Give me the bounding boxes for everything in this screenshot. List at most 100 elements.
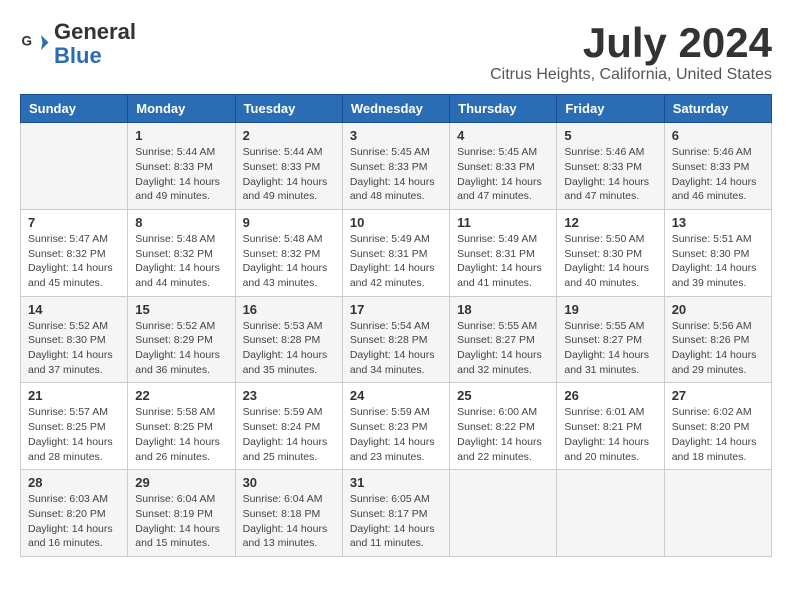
- day-number: 30: [243, 475, 335, 490]
- calendar-cell: 24 Sunrise: 5:59 AM Sunset: 8:23 PM Dayli…: [342, 383, 449, 470]
- calendar-cell: 16 Sunrise: 5:53 AM Sunset: 8:28 PM Dayli…: [235, 296, 342, 383]
- day-number: 21: [28, 388, 120, 403]
- day-number: 17: [350, 302, 442, 317]
- day-info: Sunrise: 5:54 AM Sunset: 8:28 PM Dayligh…: [350, 319, 442, 378]
- day-info: Sunrise: 5:47 AM Sunset: 8:32 PM Dayligh…: [28, 232, 120, 291]
- calendar-header-row: SundayMondayTuesdayWednesdayThursdayFrid…: [21, 95, 772, 123]
- day-number: 19: [564, 302, 656, 317]
- calendar-cell: 2 Sunrise: 5:44 AM Sunset: 8:33 PM Daylig…: [235, 123, 342, 210]
- day-info: Sunrise: 5:59 AM Sunset: 8:23 PM Dayligh…: [350, 405, 442, 464]
- day-info: Sunrise: 5:52 AM Sunset: 8:29 PM Dayligh…: [135, 319, 227, 378]
- day-number: 24: [350, 388, 442, 403]
- calendar-cell: 30 Sunrise: 6:04 AM Sunset: 8:18 PM Dayli…: [235, 470, 342, 557]
- title-block: July 2024 Citrus Heights, California, Un…: [490, 20, 772, 84]
- calendar-cell: [450, 470, 557, 557]
- day-number: 27: [672, 388, 764, 403]
- location: Citrus Heights, California, United State…: [490, 66, 772, 84]
- day-info: Sunrise: 6:00 AM Sunset: 8:22 PM Dayligh…: [457, 405, 549, 464]
- calendar-cell: [557, 470, 664, 557]
- calendar-cell: 10 Sunrise: 5:49 AM Sunset: 8:31 PM Dayli…: [342, 209, 449, 296]
- header-day-thursday: Thursday: [450, 95, 557, 123]
- day-number: 4: [457, 128, 549, 143]
- calendar-week-row: 28 Sunrise: 6:03 AM Sunset: 8:20 PM Dayli…: [21, 470, 772, 557]
- header-day-friday: Friday: [557, 95, 664, 123]
- day-info: Sunrise: 5:44 AM Sunset: 8:33 PM Dayligh…: [135, 145, 227, 204]
- day-info: Sunrise: 5:46 AM Sunset: 8:33 PM Dayligh…: [672, 145, 764, 204]
- day-info: Sunrise: 5:57 AM Sunset: 8:25 PM Dayligh…: [28, 405, 120, 464]
- day-number: 15: [135, 302, 227, 317]
- calendar-cell: 20 Sunrise: 5:56 AM Sunset: 8:26 PM Dayli…: [664, 296, 771, 383]
- calendar-cell: 29 Sunrise: 6:04 AM Sunset: 8:19 PM Dayli…: [128, 470, 235, 557]
- day-number: 1: [135, 128, 227, 143]
- day-info: Sunrise: 6:04 AM Sunset: 8:19 PM Dayligh…: [135, 492, 227, 551]
- day-number: 11: [457, 215, 549, 230]
- day-info: Sunrise: 5:49 AM Sunset: 8:31 PM Dayligh…: [350, 232, 442, 291]
- day-info: Sunrise: 5:51 AM Sunset: 8:30 PM Dayligh…: [672, 232, 764, 291]
- day-info: Sunrise: 5:45 AM Sunset: 8:33 PM Dayligh…: [350, 145, 442, 204]
- day-number: 3: [350, 128, 442, 143]
- calendar-cell: 5Sunrise: 5:46 AM Sunset: 8:33 PM Daylig…: [557, 123, 664, 210]
- calendar-week-row: 1 Sunrise: 5:44 AM Sunset: 8:33 PM Daylig…: [21, 123, 772, 210]
- day-number: 20: [672, 302, 764, 317]
- calendar-cell: 15 Sunrise: 5:52 AM Sunset: 8:29 PM Dayli…: [128, 296, 235, 383]
- day-info: Sunrise: 5:48 AM Sunset: 8:32 PM Dayligh…: [135, 232, 227, 291]
- calendar-table: SundayMondayTuesdayWednesdayThursdayFrid…: [20, 94, 772, 557]
- month-title: July 2024: [490, 20, 772, 66]
- day-number: 28: [28, 475, 120, 490]
- day-info: Sunrise: 6:02 AM Sunset: 8:20 PM Dayligh…: [672, 405, 764, 464]
- day-info: Sunrise: 5:48 AM Sunset: 8:32 PM Dayligh…: [243, 232, 335, 291]
- calendar-cell: 22 Sunrise: 5:58 AM Sunset: 8:25 PM Dayli…: [128, 383, 235, 470]
- calendar-cell: [664, 470, 771, 557]
- day-info: Sunrise: 5:56 AM Sunset: 8:26 PM Dayligh…: [672, 319, 764, 378]
- calendar-cell: 25 Sunrise: 6:00 AM Sunset: 8:22 PM Dayli…: [450, 383, 557, 470]
- day-number: 31: [350, 475, 442, 490]
- day-info: Sunrise: 5:58 AM Sunset: 8:25 PM Dayligh…: [135, 405, 227, 464]
- day-number: 16: [243, 302, 335, 317]
- day-info: Sunrise: 6:01 AM Sunset: 8:21 PM Dayligh…: [564, 405, 656, 464]
- day-info: Sunrise: 5:49 AM Sunset: 8:31 PM Dayligh…: [457, 232, 549, 291]
- day-number: 14: [28, 302, 120, 317]
- day-number: 23: [243, 388, 335, 403]
- day-number: 25: [457, 388, 549, 403]
- calendar-cell: 21 Sunrise: 5:57 AM Sunset: 8:25 PM Dayli…: [21, 383, 128, 470]
- logo-icon: G: [20, 29, 50, 59]
- header-day-wednesday: Wednesday: [342, 95, 449, 123]
- day-number: 7: [28, 215, 120, 230]
- calendar-cell: 17 Sunrise: 5:54 AM Sunset: 8:28 PM Dayli…: [342, 296, 449, 383]
- day-info: Sunrise: 6:04 AM Sunset: 8:18 PM Dayligh…: [243, 492, 335, 551]
- header-day-saturday: Saturday: [664, 95, 771, 123]
- svg-text:G: G: [22, 34, 33, 49]
- calendar-week-row: 7 Sunrise: 5:47 AM Sunset: 8:32 PM Daylig…: [21, 209, 772, 296]
- calendar-cell: [21, 123, 128, 210]
- day-number: 18: [457, 302, 549, 317]
- day-number: 5: [564, 128, 656, 143]
- day-info: Sunrise: 6:05 AM Sunset: 8:17 PM Dayligh…: [350, 492, 442, 551]
- calendar-cell: 6Sunrise: 5:46 AM Sunset: 8:33 PM Daylig…: [664, 123, 771, 210]
- calendar-cell: 12Sunrise: 5:50 AM Sunset: 8:30 PM Dayli…: [557, 209, 664, 296]
- day-info: Sunrise: 5:55 AM Sunset: 8:27 PM Dayligh…: [564, 319, 656, 378]
- calendar-cell: 28 Sunrise: 6:03 AM Sunset: 8:20 PM Dayli…: [21, 470, 128, 557]
- day-number: 9: [243, 215, 335, 230]
- calendar-cell: 23Sunrise: 5:59 AM Sunset: 8:24 PM Dayli…: [235, 383, 342, 470]
- day-number: 22: [135, 388, 227, 403]
- calendar-cell: 4Sunrise: 5:45 AM Sunset: 8:33 PM Daylig…: [450, 123, 557, 210]
- header-day-monday: Monday: [128, 95, 235, 123]
- day-info: Sunrise: 5:55 AM Sunset: 8:27 PM Dayligh…: [457, 319, 549, 378]
- calendar-cell: 1 Sunrise: 5:44 AM Sunset: 8:33 PM Daylig…: [128, 123, 235, 210]
- calendar-cell: 19 Sunrise: 5:55 AM Sunset: 8:27 PM Dayli…: [557, 296, 664, 383]
- day-info: Sunrise: 6:03 AM Sunset: 8:20 PM Dayligh…: [28, 492, 120, 551]
- day-number: 10: [350, 215, 442, 230]
- calendar-cell: 14 Sunrise: 5:52 AM Sunset: 8:30 PM Dayli…: [21, 296, 128, 383]
- calendar-cell: 7 Sunrise: 5:47 AM Sunset: 8:32 PM Daylig…: [21, 209, 128, 296]
- calendar-cell: 8Sunrise: 5:48 AM Sunset: 8:32 PM Daylig…: [128, 209, 235, 296]
- day-info: Sunrise: 5:44 AM Sunset: 8:33 PM Dayligh…: [243, 145, 335, 204]
- day-info: Sunrise: 5:53 AM Sunset: 8:28 PM Dayligh…: [243, 319, 335, 378]
- calendar-cell: 26Sunrise: 6:01 AM Sunset: 8:21 PM Dayli…: [557, 383, 664, 470]
- day-number: 13: [672, 215, 764, 230]
- day-number: 2: [243, 128, 335, 143]
- calendar-cell: 18 Sunrise: 5:55 AM Sunset: 8:27 PM Dayli…: [450, 296, 557, 383]
- calendar-cell: 9 Sunrise: 5:48 AM Sunset: 8:32 PM Daylig…: [235, 209, 342, 296]
- day-number: 29: [135, 475, 227, 490]
- day-info: Sunrise: 5:52 AM Sunset: 8:30 PM Dayligh…: [28, 319, 120, 378]
- calendar-cell: 3 Sunrise: 5:45 AM Sunset: 8:33 PM Daylig…: [342, 123, 449, 210]
